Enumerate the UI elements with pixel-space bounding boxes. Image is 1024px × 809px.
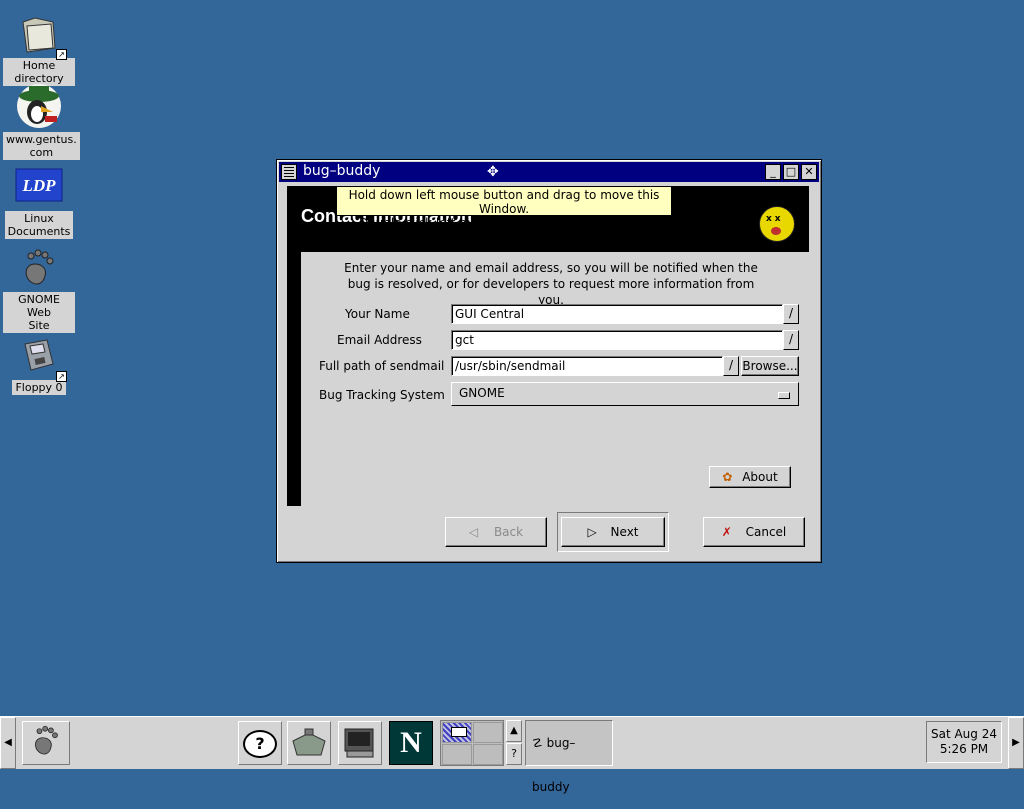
- about-icon: ✿: [722, 470, 733, 484]
- pager-workspace-3[interactable]: [442, 744, 472, 765]
- bts-label: Bug Tracking System: [319, 388, 445, 402]
- panel-hide-left-button[interactable]: ◀: [0, 717, 16, 769]
- intro-text: Enter your name and email address, so yo…: [344, 261, 758, 307]
- name-history-button[interactable]: /: [783, 304, 799, 324]
- penguin-logo-icon: [15, 82, 63, 130]
- pager-up-arrow-icon[interactable]: ▲: [506, 720, 522, 742]
- desktop-icon-gentus[interactable]: www.gentus. com: [3, 82, 80, 160]
- next-button-label: Next: [610, 525, 639, 539]
- terminal-launcher[interactable]: [338, 721, 382, 765]
- minimize-button[interactable]: _: [765, 164, 781, 180]
- gnome-foot-small-icon: ☡: [532, 736, 543, 750]
- panel-hide-right-button[interactable]: ▶: [1008, 717, 1024, 769]
- move-cursor-icon: ✥: [487, 164, 499, 180]
- next-button[interactable]: ▷ Next: [561, 517, 665, 547]
- gnome-foot-icon: [35, 725, 58, 755]
- tooltip-line: Double click left mouse button to [un]sh…: [358, 216, 650, 244]
- toolbox-icon: [292, 728, 326, 756]
- workspace-pager: [440, 720, 504, 766]
- back-button[interactable]: ◁ Back: [445, 517, 547, 547]
- netscape-launcher[interactable]: N: [389, 721, 433, 765]
- bts-selected-value: GNOME: [459, 386, 505, 400]
- window-title: bug–buddy: [303, 163, 381, 179]
- desktop-icon-home[interactable]: ↗ Home directory: [3, 12, 75, 86]
- window-move-tooltip: Hold down left mouse button and drag to …: [336, 186, 672, 244]
- panel-clock[interactable]: Sat Aug 24 5:26 PM: [926, 721, 1002, 763]
- email-label: Email Address: [337, 333, 422, 347]
- cancel-button[interactable]: ✗ Cancel: [703, 517, 805, 547]
- next-arrow-icon: ▷: [587, 525, 597, 539]
- sendmail-history-button[interactable]: /: [723, 356, 739, 376]
- netscape-n-icon: N: [400, 726, 422, 759]
- desktop-icon-floppy[interactable]: ↗ Floppy 0: [3, 334, 75, 395]
- sendmail-path-field[interactable]: /usr/sbin/sendmail: [451, 356, 723, 376]
- gnome-panel: ◀ ? N ▲ ? ☡ bug–buddy Sat Aug 24 5:26 PM…: [0, 716, 1024, 794]
- toolbox-launcher[interactable]: [287, 721, 331, 765]
- desktop-icon-label: GNOME Web Site: [3, 292, 75, 333]
- maximize-button[interactable]: □: [783, 164, 799, 180]
- druid-content: Enter your name and email address, so yo…: [301, 252, 809, 506]
- desktop-icon-label: Linux Documents: [4, 211, 74, 239]
- ldp-logo-icon: LDP: [15, 168, 63, 202]
- bomb-logo-icon: ✶ xx: [756, 199, 795, 242]
- about-button-label: About: [742, 470, 778, 484]
- close-button[interactable]: ✕: [801, 164, 817, 180]
- floppy-disk-icon: ↗: [17, 334, 67, 382]
- svg-text:LDP: LDP: [21, 176, 56, 195]
- desktop-icon-label: www.gentus. com: [3, 132, 80, 160]
- pager-workspace-4[interactable]: [473, 744, 503, 765]
- pager-workspace-1[interactable]: [442, 722, 472, 743]
- clock-time: 5:26 PM: [939, 742, 989, 756]
- help-launcher[interactable]: ?: [238, 721, 282, 765]
- name-field[interactable]: GUI Central: [451, 304, 783, 324]
- name-label: Your Name: [345, 307, 410, 321]
- druid-sidebar: [287, 252, 301, 506]
- clock-date: Sat Aug 24: [930, 727, 997, 741]
- email-history-button[interactable]: /: [783, 330, 799, 350]
- help-icon: ?: [243, 730, 277, 758]
- folder-icon: ↗: [17, 12, 67, 60]
- tasklist-item-bug-buddy[interactable]: ☡ bug–buddy: [525, 720, 613, 794]
- back-arrow-icon: ◁: [468, 525, 479, 539]
- window-menu-button[interactable]: [281, 164, 297, 180]
- tooltip-line: Hold down left mouse button and drag to …: [348, 188, 660, 216]
- option-menu-indicator-icon: [778, 392, 790, 399]
- pager-workspace-2[interactable]: [473, 722, 503, 743]
- desktop-icon-label: Floppy 0: [12, 380, 66, 395]
- browse-button[interactable]: Browse...: [741, 356, 799, 376]
- gnome-foot-icon: [17, 246, 61, 290]
- main-menu-button[interactable]: [22, 721, 70, 765]
- pager-help-button[interactable]: ?: [506, 743, 522, 765]
- sendmail-label: Full path of sendmail: [319, 359, 445, 373]
- email-field[interactable]: gct: [451, 330, 783, 350]
- window-titlebar[interactable]: bug–buddy ✥ _ □ ✕: [279, 162, 819, 182]
- back-button-label: Back: [493, 525, 524, 539]
- cancel-x-icon: ✗: [721, 525, 732, 539]
- terminal-icon: [344, 728, 374, 758]
- about-button[interactable]: ✿ About: [709, 466, 791, 488]
- desktop-icon-linux-documents[interactable]: LDP Linux Documents: [3, 168, 75, 239]
- desktop-icon-gnome-web[interactable]: GNOME Web Site: [3, 246, 75, 333]
- cancel-button-label: Cancel: [745, 525, 787, 539]
- bts-select[interactable]: GNOME: [451, 382, 799, 406]
